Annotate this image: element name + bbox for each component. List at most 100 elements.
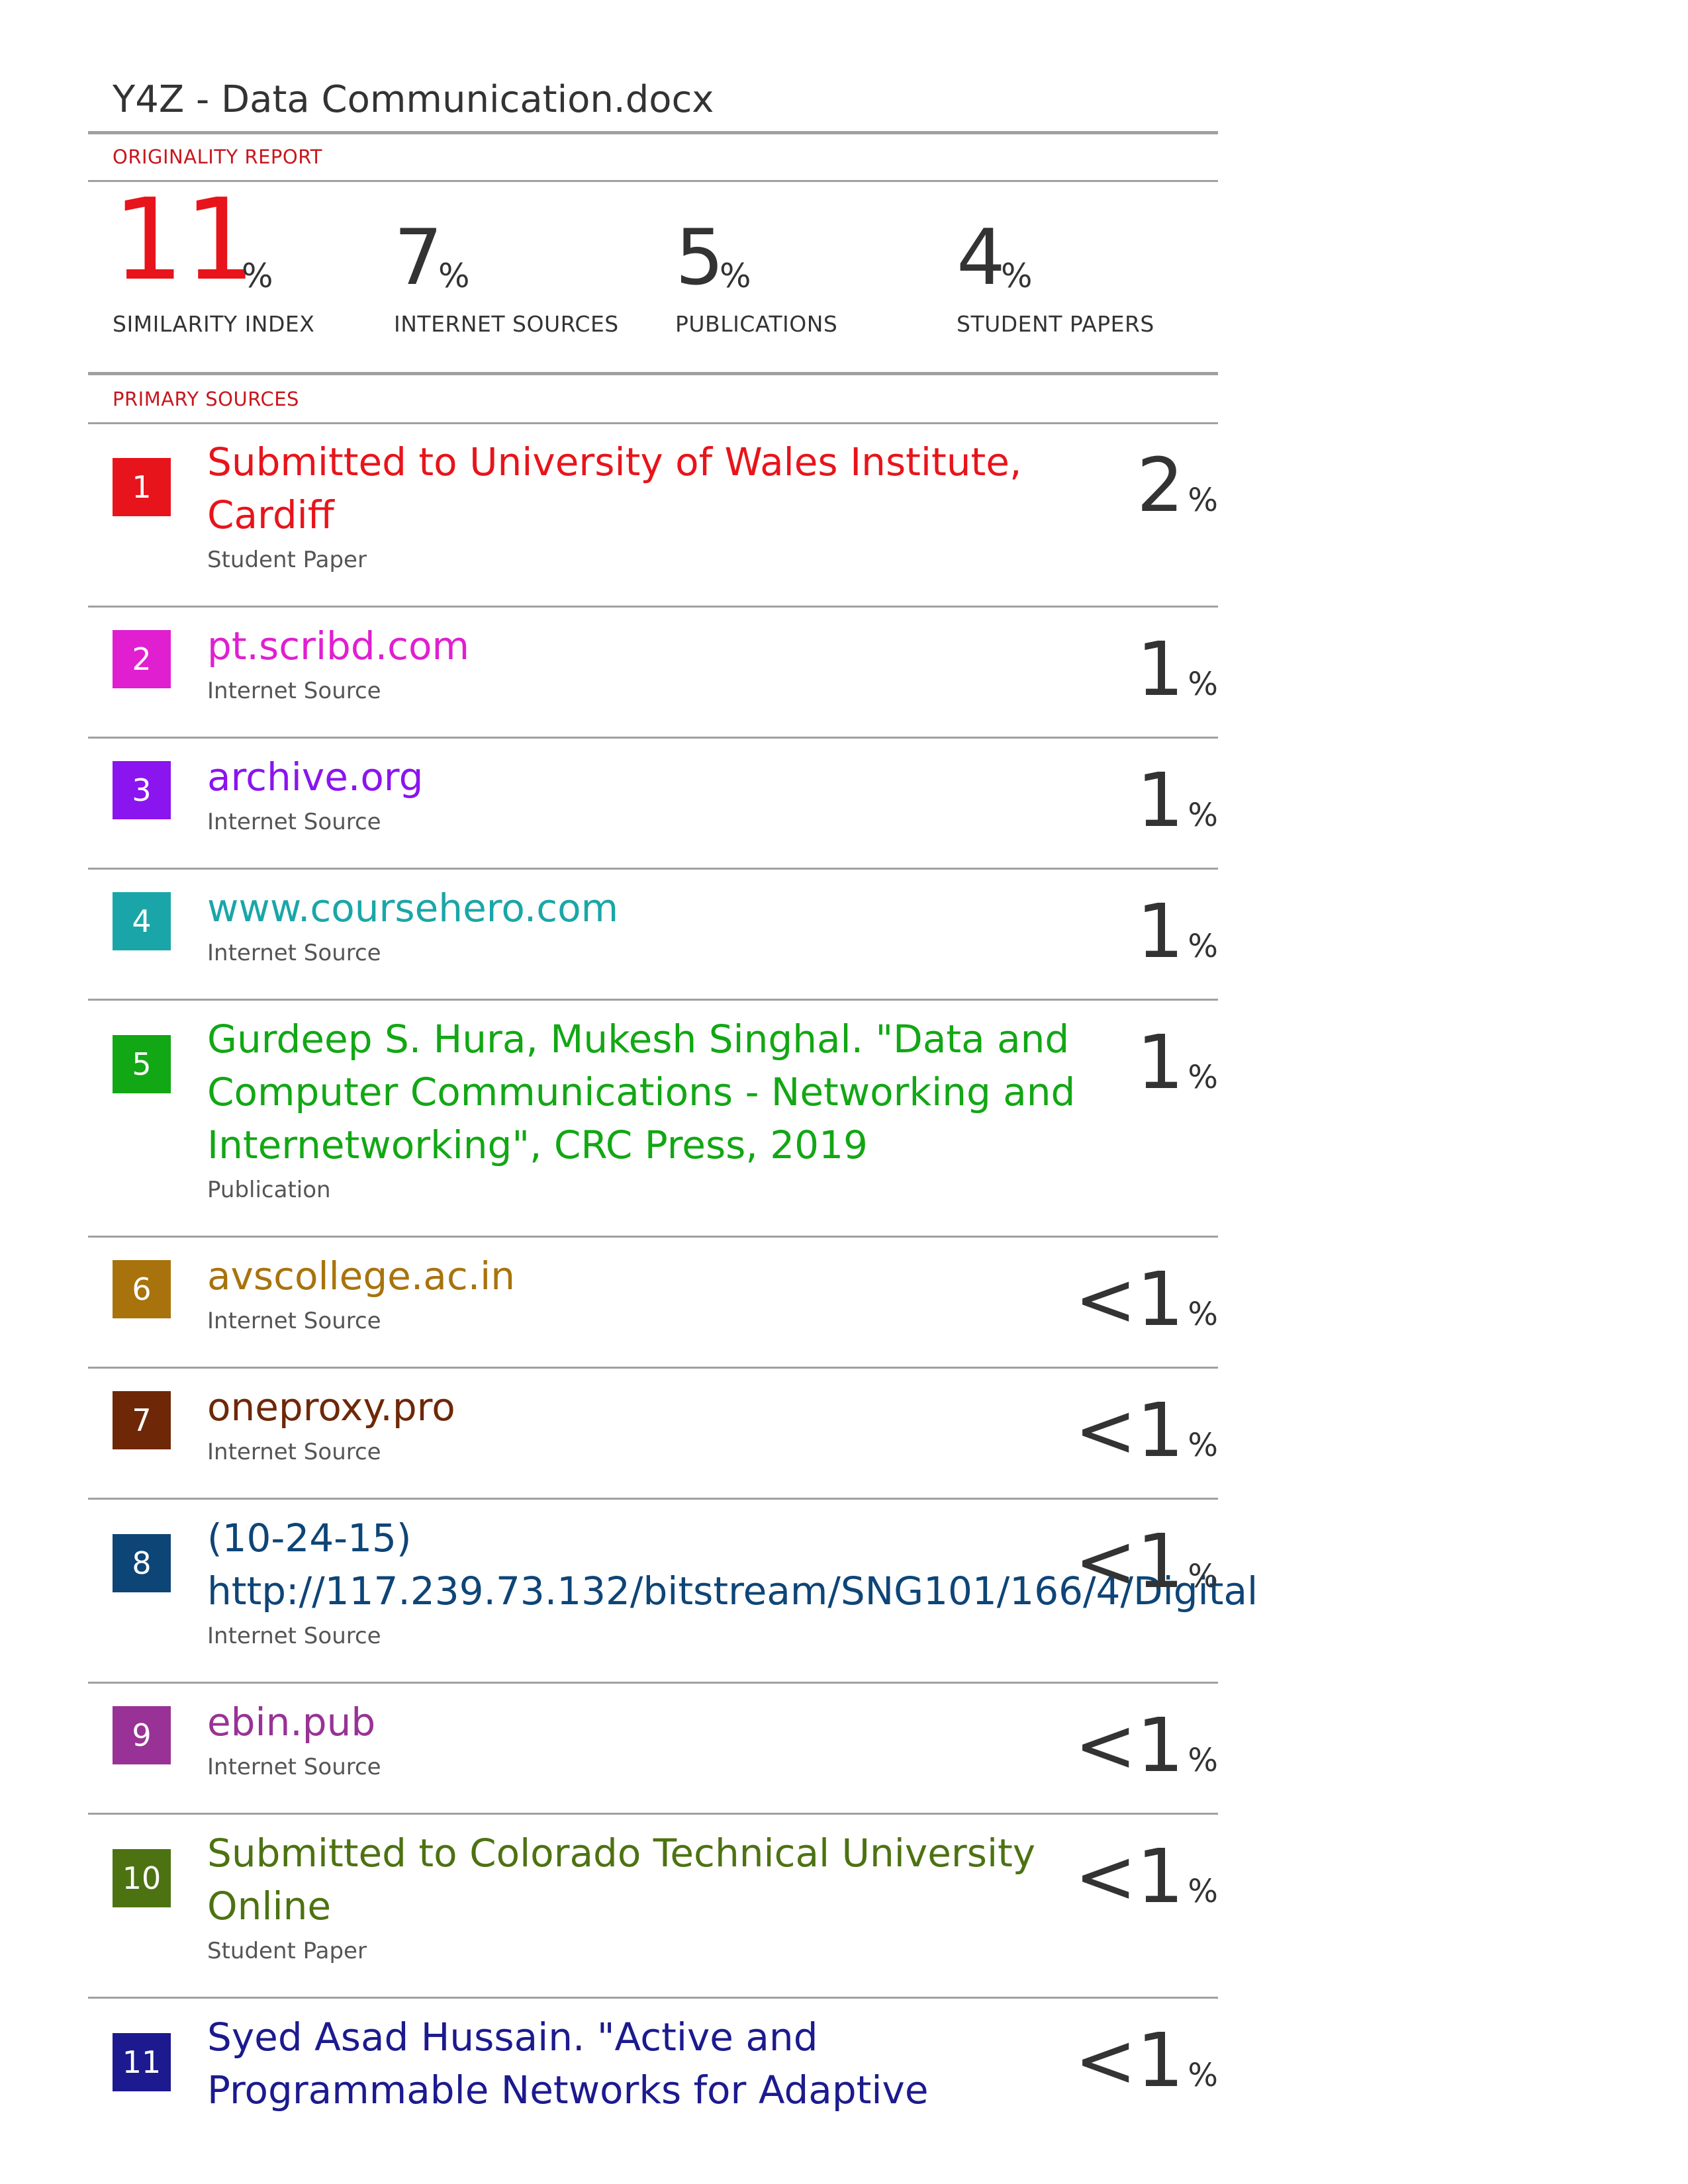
- source-title-line: www.coursehero.com: [207, 886, 619, 931]
- source-title-line: Submitted to Colorado Technical Universi…: [207, 1831, 1036, 1876]
- source-percent: <1%: [1019, 1394, 1218, 1473]
- source-number-badge: 6: [113, 1260, 171, 1318]
- source-percent-value: <1: [1074, 1257, 1184, 1343]
- source-percent-unit: %: [1188, 666, 1218, 703]
- source-number-badge: 8: [113, 1534, 171, 1592]
- source-title-line: Programmable Networks for Adaptive: [207, 2068, 929, 2113]
- source-title[interactable]: ebin.pub: [207, 1696, 1147, 1749]
- source-title-line: (10-24-15): [207, 1516, 412, 1561]
- source-percent-value: <1: [1074, 2018, 1184, 2104]
- source-type: Student Paper: [207, 547, 367, 573]
- source-percent-unit: %: [1188, 1427, 1218, 1464]
- stats-divider: [88, 372, 1218, 375]
- report-divider: [88, 180, 1218, 182]
- source-title[interactable]: avscollege.ac.in: [207, 1250, 1147, 1302]
- source-title[interactable]: (10-24-15) http://117.239.73.132/bitstrea…: [207, 1512, 1258, 1617]
- source-title-line: pt.scribd.com: [207, 623, 470, 668]
- source-title[interactable]: Syed Asad Hussain. "Active and Programmab…: [207, 2011, 1147, 2116]
- source-number-badge: 3: [113, 761, 171, 819]
- source-type: Internet Source: [207, 678, 381, 704]
- source-percent-value: <1: [1074, 1519, 1184, 1605]
- source-row: 5 Gurdeep S. Hura, Mukesh Singhal. "Data …: [88, 1001, 1218, 1236]
- source-title[interactable]: Submitted to University of Wales Institu…: [207, 435, 1147, 541]
- source-percent-unit: %: [1188, 1059, 1218, 1096]
- source-type: Internet Source: [207, 809, 381, 835]
- source-title[interactable]: oneproxy.pro: [207, 1381, 1147, 1433]
- source-title[interactable]: archive.org: [207, 751, 1147, 803]
- source-number-badge: 4: [113, 892, 171, 950]
- publications-stat: 5 % PUBLICATIONS: [675, 192, 940, 344]
- source-percent: <1%: [1019, 1525, 1218, 1604]
- source-percent-unit: %: [1188, 1296, 1218, 1333]
- source-percent-value: 1: [1137, 889, 1184, 975]
- source-percent: 1%: [1019, 764, 1218, 843]
- source-type: Internet Source: [207, 1754, 381, 1780]
- source-title-line: ebin.pub: [207, 1700, 376, 1745]
- similarity-index-label: SIMILARITY INDEX: [113, 311, 315, 337]
- source-percent-unit: %: [1188, 1873, 1218, 1910]
- source-percent-value: <1: [1074, 1834, 1184, 1920]
- source-percent-unit: %: [1188, 1742, 1218, 1779]
- source-percent: <1%: [1019, 1263, 1218, 1342]
- source-percent: <1%: [1019, 2024, 1218, 2103]
- source-title-line: Computer Communications - Networking and: [207, 1069, 1076, 1115]
- source-row: 11 Syed Asad Hussain. "Active and Programm…: [88, 1999, 1218, 2138]
- source-type: Internet Source: [207, 940, 381, 966]
- source-type: Internet Source: [207, 1439, 381, 1465]
- internet-sources-stat: 7 % INTERNET SOURCES: [394, 192, 659, 344]
- source-percent: 1%: [1019, 895, 1218, 974]
- source-row: 1 Submitted to University of Wales Instit…: [88, 424, 1218, 606]
- source-percent-unit: %: [1188, 1558, 1218, 1595]
- source-percent-value: 1: [1137, 758, 1184, 844]
- source-row: 3 archive.org Internet Source 1%: [88, 739, 1218, 868]
- source-title-line: Online: [207, 1884, 332, 1929]
- internet-sources-value: 7: [394, 213, 443, 302]
- internet-sources-unit: %: [438, 257, 470, 295]
- source-title-line: Submitted to University of Wales Institu…: [207, 439, 1022, 484]
- publications-value: 5: [675, 213, 724, 302]
- source-row: 7 oneproxy.pro Internet Source <1%: [88, 1369, 1218, 1498]
- source-title-line: Cardiff: [207, 492, 334, 537]
- source-percent-unit: %: [1188, 482, 1218, 519]
- source-percent: <1%: [1019, 1840, 1218, 1919]
- source-type: Publication: [207, 1177, 331, 1203]
- source-type: Internet Source: [207, 1308, 381, 1334]
- student-papers-label: STUDENT PAPERS: [957, 311, 1154, 337]
- source-number-badge: 1: [113, 458, 171, 516]
- source-number-badge: 5: [113, 1035, 171, 1093]
- source-number-badge: 11: [113, 2033, 171, 2091]
- source-row: 9 ebin.pub Internet Source <1%: [88, 1684, 1218, 1813]
- source-percent: 1%: [1019, 1026, 1218, 1105]
- source-title-line: http://117.239.73.132/bitstream/SNG101/1…: [207, 1569, 1258, 1614]
- source-title-line: Internetworking", CRC Press, 2019: [207, 1122, 868, 1167]
- source-type: Internet Source: [207, 1623, 381, 1649]
- source-percent: 2%: [1019, 449, 1218, 528]
- originality-report-heading: ORIGINALITY REPORT: [113, 146, 322, 168]
- source-title-line: Syed Asad Hussain. "Active and: [207, 2015, 818, 2060]
- source-percent-value: 1: [1137, 627, 1184, 713]
- source-title[interactable]: Submitted to Colorado Technical Universi…: [207, 1827, 1147, 1933]
- source-percent: <1%: [1019, 1709, 1218, 1788]
- source-percent: 1%: [1019, 633, 1218, 712]
- source-row: 10 Submitted to Colorado Technical Univer…: [88, 1815, 1218, 1997]
- source-row: 8 (10-24-15) http://117.239.73.132/bitstre…: [88, 1500, 1258, 1682]
- internet-sources-label: INTERNET SOURCES: [394, 311, 619, 337]
- source-number-badge: 10: [113, 1849, 171, 1907]
- source-title[interactable]: www.coursehero.com: [207, 882, 1147, 934]
- source-percent-unit: %: [1188, 928, 1218, 965]
- publications-label: PUBLICATIONS: [675, 311, 838, 337]
- source-percent-value: 1: [1137, 1020, 1184, 1106]
- source-title-line: oneproxy.pro: [207, 1385, 455, 1430]
- source-percent-unit: %: [1188, 797, 1218, 834]
- source-row: 6 avscollege.ac.in Internet Source <1%: [88, 1238, 1218, 1367]
- source-title[interactable]: pt.scribd.com: [207, 619, 1147, 672]
- document-title: Y4Z - Data Communication.docx: [113, 78, 714, 121]
- source-title-line: avscollege.ac.in: [207, 1253, 516, 1298]
- source-row: 2 pt.scribd.com Internet Source 1%: [88, 608, 1218, 737]
- similarity-index-stat: 11 % SIMILARITY INDEX: [113, 184, 377, 344]
- source-number-badge: 2: [113, 630, 171, 688]
- student-papers-unit: %: [1001, 257, 1033, 295]
- source-row: 4 www.coursehero.com Internet Source 1%: [88, 870, 1218, 999]
- source-percent-value: <1: [1074, 1703, 1184, 1789]
- source-title[interactable]: Gurdeep S. Hura, Mukesh Singhal. "Data a…: [207, 1013, 1147, 1171]
